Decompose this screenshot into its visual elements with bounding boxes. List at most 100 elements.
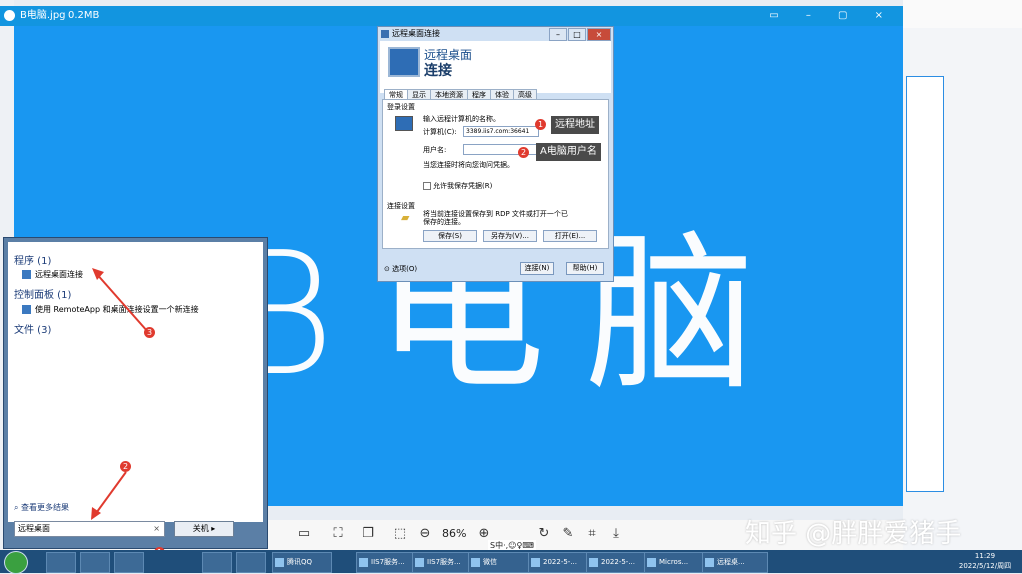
callout-badge-start-2: 2 bbox=[120, 461, 131, 472]
rdp-titlebar: 远程桌面连接 – □ × bbox=[378, 27, 613, 41]
background-topbar bbox=[903, 0, 1022, 28]
pinned-app-4[interactable] bbox=[202, 552, 232, 573]
taskbar-item[interactable]: 微信 bbox=[468, 552, 530, 573]
see-more-results-link[interactable]: ⌕ 查看更多结果 bbox=[14, 502, 69, 513]
program-result-item[interactable]: 远程桌面连接 bbox=[22, 269, 83, 280]
pinned-app-1[interactable] bbox=[46, 552, 76, 573]
callout-username: A电脑用户名 bbox=[536, 143, 601, 161]
viewer-titlebar: B电脑.jpg 0.2MB ▭ – ▢ × bbox=[0, 6, 903, 26]
watermark: 知乎 @胖胖爱猪手 bbox=[745, 519, 962, 549]
open-button[interactable]: 打开(E)... bbox=[543, 230, 597, 242]
shutdown-label: 关机 bbox=[192, 524, 209, 533]
callout-badge-1: 1 bbox=[535, 119, 546, 130]
qq-icon bbox=[275, 558, 284, 567]
files-group: 文件 (3) bbox=[14, 325, 52, 336]
save-credentials-checkbox[interactable] bbox=[423, 182, 431, 190]
computer-label: 计算机(C): bbox=[423, 128, 457, 136]
taskbar-item-label: 腾讯QQ bbox=[287, 558, 313, 566]
programs-group: 程序 (1) bbox=[14, 256, 52, 267]
computer-icon bbox=[395, 116, 413, 131]
viewer-title: B电脑.jpg bbox=[20, 10, 66, 21]
taskbar-item[interactable]: 2022-5-... bbox=[528, 552, 594, 573]
control-panel-result-item[interactable]: 使用 RemoteApp 和桌面连接设置一个新连接 bbox=[22, 304, 199, 315]
save-as-button[interactable]: 另存为(V)... bbox=[483, 230, 537, 242]
minimize-button[interactable]: – bbox=[549, 28, 567, 41]
remoteapp-icon bbox=[22, 305, 31, 314]
background-window-right bbox=[903, 0, 1022, 550]
back-icon[interactable] bbox=[4, 10, 15, 21]
viewer-file-size: 0.2MB bbox=[68, 10, 100, 21]
see-more-label: 查看更多结果 bbox=[21, 503, 70, 512]
download-icon[interactable]: ⤓ bbox=[608, 526, 624, 542]
clear-search-icon[interactable]: × bbox=[153, 522, 160, 536]
connection-description: 将当前连接设置保存到 RDP 文件或打开一个已保存的连接。 bbox=[423, 210, 568, 226]
control-panel-result-label: 使用 RemoteApp 和桌面连接设置一个新连接 bbox=[35, 305, 199, 314]
taskbar-item-label: 2022-5-... bbox=[601, 558, 635, 566]
iis7-icon bbox=[415, 558, 424, 567]
help-button[interactable]: 帮助(H) bbox=[566, 262, 604, 275]
connection-section-title: 连接设置 bbox=[387, 202, 415, 210]
fit-icon[interactable]: ⛶ bbox=[330, 526, 346, 542]
start-results: 程序 (1) 远程桌面连接 控制面板 (1) 使用 RemoteApp 和桌面连… bbox=[8, 242, 263, 522]
microsoft-icon bbox=[647, 558, 656, 567]
compare-icon[interactable]: ❐ bbox=[360, 526, 376, 542]
taskbar: 腾讯QQ IIS7服务... IIS7服务... 微信 2022-5-... 2… bbox=[0, 550, 1022, 574]
taskbar-item[interactable]: 腾讯QQ bbox=[272, 552, 332, 573]
pinned-app-5[interactable] bbox=[236, 552, 266, 573]
iis7-icon bbox=[359, 558, 368, 567]
pinned-app-3[interactable] bbox=[114, 552, 144, 573]
rdp-tabs: 常规 显示 本地资源 程序 体验 高级 bbox=[384, 87, 537, 101]
rdp-icon bbox=[705, 558, 714, 567]
credentials-hint: 当您连接时将向您询问凭据。 bbox=[423, 161, 514, 169]
start-button[interactable] bbox=[4, 551, 28, 574]
maximize-button[interactable]: □ bbox=[568, 28, 586, 41]
shutdown-button[interactable]: 关机 ▸ bbox=[174, 521, 234, 537]
taskbar-item-label: 2022-5-... bbox=[543, 558, 577, 566]
taskbar-item-label: IIS7服务... bbox=[371, 558, 405, 566]
rdp-footer: ⊙ 选项(O) 连接(N) 帮助(H) bbox=[378, 259, 613, 279]
rdp-header: 远程桌面 连接 bbox=[380, 41, 611, 93]
taskbar-item[interactable]: Micros... bbox=[644, 552, 710, 573]
save-button[interactable]: 保存(S) bbox=[423, 230, 477, 242]
callout-remote-address: 远程地址 bbox=[551, 116, 599, 134]
taskbar-item-label: 远程桌... bbox=[717, 558, 745, 566]
viewer-window-controls[interactable]: ▭ – ▢ × bbox=[769, 6, 895, 26]
rdp-title: 远程桌面连接 bbox=[392, 29, 440, 38]
login-section-title: 登录设置 bbox=[387, 103, 415, 111]
connect-button[interactable]: 连接(N) bbox=[520, 262, 554, 275]
taskbar-clock[interactable]: 11:29 2022/5/12/周四 bbox=[955, 551, 1015, 571]
rdp-icon bbox=[22, 270, 31, 279]
crop-icon[interactable]: ⌗ bbox=[584, 526, 600, 542]
wechat-icon bbox=[471, 558, 480, 567]
layout-icon[interactable]: ▭ bbox=[296, 526, 312, 542]
options-toggle[interactable]: ⊙ 选项(O) bbox=[384, 264, 417, 274]
monitor-icon bbox=[388, 47, 420, 77]
file-icon bbox=[531, 558, 540, 567]
save-credentials-label: 允许我保存凭据(R) bbox=[433, 182, 493, 190]
callout-badge-3: 3 bbox=[144, 327, 155, 338]
taskbar-item-label: IIS7服务... bbox=[427, 558, 461, 566]
taskbar-item[interactable]: 远程桌... bbox=[702, 552, 768, 573]
rdp-header-line2: 连接 bbox=[424, 63, 452, 79]
clock-date: 2022/5/12/周四 bbox=[958, 562, 1012, 570]
edit-icon[interactable]: ✎ bbox=[560, 526, 576, 542]
rdp-app-icon bbox=[381, 30, 389, 38]
search-text: 远程桌面 bbox=[18, 524, 50, 533]
callout-badge-2: 2 bbox=[518, 147, 529, 158]
fullscreen-icon[interactable]: ⬚ bbox=[392, 526, 408, 542]
taskbar-item-label: 微信 bbox=[483, 558, 497, 566]
start-search-input[interactable]: 远程桌面 × bbox=[14, 521, 165, 537]
zoom-out-icon[interactable]: ⊖ bbox=[417, 526, 433, 542]
taskbar-item-label: Micros... bbox=[659, 558, 689, 566]
prompt-text: 输入远程计算机的名称。 bbox=[423, 115, 500, 123]
start-menu: 程序 (1) 远程桌面连接 控制面板 (1) 使用 RemoteApp 和桌面连… bbox=[3, 237, 268, 549]
close-button[interactable]: × bbox=[587, 28, 611, 41]
computer-input[interactable]: 3389.iis7.com:36641 bbox=[463, 126, 539, 137]
background-side-panel bbox=[906, 76, 944, 492]
file-icon bbox=[589, 558, 598, 567]
rotate-icon[interactable]: ↻ bbox=[536, 526, 552, 542]
pinned-app-2[interactable] bbox=[80, 552, 110, 573]
zoom-level: 86% bbox=[442, 527, 467, 540]
taskbar-item[interactable]: 2022-5-... bbox=[586, 552, 652, 573]
folder-icon: ▰ bbox=[401, 211, 410, 224]
